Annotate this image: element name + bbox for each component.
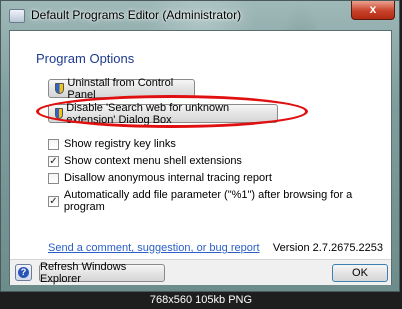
- close-button[interactable]: x: [351, 1, 395, 20]
- red-highlight-oval: [36, 95, 308, 128]
- option-label: Disallow anonymous internal tracing repo…: [64, 172, 272, 184]
- option-auto-file-parameter[interactable]: ✓ Automatically add file parameter ("%1"…: [48, 189, 391, 213]
- option-disallow-tracing[interactable]: Disallow anonymous internal tracing repo…: [48, 172, 272, 184]
- window-title: Default Programs Editor (Administrator): [31, 8, 242, 22]
- dialog-footer: ? Refresh Windows Explorer OK: [10, 259, 391, 285]
- checkbox[interactable]: [48, 172, 59, 184]
- uac-shield-icon: [55, 83, 65, 94]
- refresh-explorer-button[interactable]: Refresh Windows Explorer: [39, 261, 165, 285]
- app-icon: [9, 9, 25, 23]
- ok-button[interactable]: OK: [332, 264, 388, 282]
- feedback-link[interactable]: Send a comment, suggestion, or bug repor…: [48, 242, 260, 254]
- checkbox[interactable]: ✓: [48, 155, 59, 167]
- app-window: Default Programs Editor (Administrator) …: [0, 0, 401, 293]
- version-label: Version 2.7.2675.2253: [272, 242, 383, 254]
- help-button[interactable]: ?: [15, 264, 32, 281]
- checkbox[interactable]: [48, 138, 59, 150]
- option-show-registry-links[interactable]: Show registry key links: [48, 138, 176, 150]
- image-caption: 768x560 105kb PNG: [149, 294, 253, 306]
- option-label: Show context menu shell extensions: [64, 155, 242, 167]
- checkbox[interactable]: ✓: [48, 195, 59, 207]
- title-bar[interactable]: Default Programs Editor (Administrator) …: [1, 1, 401, 29]
- dialog-content: Program Options Uninstall from Control P…: [9, 30, 392, 285]
- help-icon: ?: [18, 267, 29, 278]
- option-label: Show registry key links: [64, 138, 176, 150]
- option-show-shell-extensions[interactable]: ✓ Show context menu shell extensions: [48, 155, 242, 167]
- section-title: Program Options: [36, 51, 135, 66]
- option-label: Automatically add file parameter ("%1") …: [63, 189, 353, 213]
